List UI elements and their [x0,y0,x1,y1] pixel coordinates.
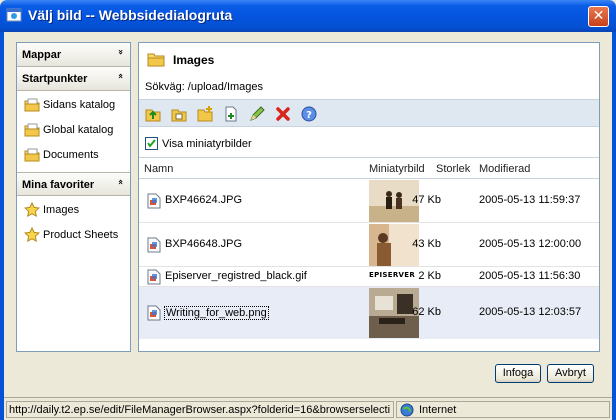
window-title: Välj bild -- Webbsidedialogruta [28,7,233,23]
file-name: Writing_for_web.png [164,306,269,320]
sidebar-item-label: Documents [43,149,99,161]
chevron-down-icon[interactable]: » [115,49,125,55]
file-modified: 2005-05-13 11:56:30 [479,270,581,282]
section-folders-title: Mappar [22,49,62,61]
file-modified: 2005-05-13 12:00:00 [479,238,582,250]
table-header: Namn Miniatyrbild Storlek Modifierad [139,157,599,179]
image-file-icon [147,269,161,285]
section-favorites-title: Mina favoriter [22,179,95,191]
window-frame-right [612,32,616,420]
sidebar-item-label: Product Sheets [43,229,119,241]
image-file-icon [147,305,161,321]
cancel-button[interactable]: Avbryt [547,364,594,383]
file-browser-panel: Images Sökväg: /upload/Images ? Visa min… [138,42,600,352]
section-folders-header[interactable]: Mappar » [17,43,130,67]
sidebar-item-documents[interactable]: Documents [17,143,130,168]
folder-title: Images [173,53,215,67]
status-bar: http://daily.t2.ep.se/edit/FileManagerBr… [4,397,612,420]
star-icon [24,227,40,243]
column-modified[interactable]: Modifierad [479,163,530,175]
sidebar: Mappar » Startpunkter « Sidans katalog G… [16,42,131,352]
check-icon [147,139,156,148]
file-modified: 2005-05-13 12:03:57 [479,306,582,318]
security-zone: Internet [396,401,610,418]
startpoints-list: Sidans katalog Global katalog Documents [17,91,130,172]
file-toolbar: ? [139,99,599,127]
chevron-up-icon[interactable]: « [115,179,125,185]
image-file-icon [147,193,161,209]
table-row[interactable]: BXP46648.JPG 43 Kb 2005-05-13 12:00:00 [139,223,599,267]
show-thumbnails-checkbox[interactable] [145,137,158,150]
svg-text:?: ? [306,110,312,121]
file-size: 62 Kb [412,306,441,318]
section-startpoints-header[interactable]: Startpunkter « [17,67,130,91]
show-thumbnails-label: Visa miniatyrbilder [162,138,252,150]
column-name[interactable]: Namn [144,163,173,175]
title-bar: Välj bild -- Webbsidedialogruta ✕ [0,0,616,32]
window-frame-left [0,32,4,420]
sidebar-item-label: Global katalog [43,124,114,136]
folder-icon [147,53,165,67]
globe-icon [400,403,414,417]
new-folder-icon[interactable] [196,105,214,123]
sidebar-item-product-sheets[interactable]: Product Sheets [17,223,130,248]
section-favorites-header[interactable]: Mina favoriter « [17,172,130,196]
file-size: 47 Kb [412,194,441,206]
column-size[interactable]: Storlek [436,163,470,175]
folder-icon [24,148,40,162]
ie-window-icon [6,8,22,22]
insert-button[interactable]: Infoga [495,364,541,383]
rename-pencil-icon[interactable] [248,105,266,123]
sidebar-item-images[interactable]: Images [17,198,130,223]
folder-icon [24,98,40,112]
file-name: BXP46624.JPG [165,194,243,206]
file-size: 43 Kb [412,238,441,250]
file-name: Episerver_registred_black.gif [165,270,307,282]
delete-icon[interactable] [274,105,292,123]
properties-icon[interactable] [170,105,188,123]
sidebar-item-label: Sidans katalog [43,99,116,111]
sidebar-item-sidans-katalog[interactable]: Sidans katalog [17,93,130,118]
table-row[interactable]: Episerver_registred_black.gif EPISERVER … [139,267,599,287]
sidebar-item-label: Images [43,204,80,216]
close-button[interactable]: ✕ [588,6,609,27]
table-row-selected[interactable]: Writing_for_web.png 62 Kb 2005-05-13 12:… [139,287,599,339]
star-icon [24,202,40,218]
image-file-icon [147,237,161,253]
sidebar-item-global-katalog[interactable]: Global katalog [17,118,130,143]
table-row[interactable]: BXP46624.JPG 47 Kb 2005-05-13 11:59:37 [139,179,599,223]
favorites-list: Images Product Sheets [17,196,130,252]
chevron-up-icon[interactable]: « [115,73,125,79]
folder-icon [24,123,40,137]
column-thumbnail[interactable]: Miniatyrbild [369,163,425,175]
up-folder-icon[interactable] [144,105,162,123]
file-name: BXP46648.JPG [165,238,243,250]
status-url: http://daily.t2.ep.se/edit/FileManagerBr… [6,401,394,418]
folder-path: Sökväg: /upload/Images [145,81,264,93]
help-icon[interactable]: ? [300,105,318,123]
section-startpoints-title: Startpunkter [22,73,88,85]
file-size: 2 Kb [418,270,441,282]
file-modified: 2005-05-13 11:59:37 [479,194,581,206]
file-table: Namn Miniatyrbild Storlek Modifierad BXP… [139,157,599,339]
zone-label: Internet [419,404,457,416]
new-file-icon[interactable] [222,105,240,123]
